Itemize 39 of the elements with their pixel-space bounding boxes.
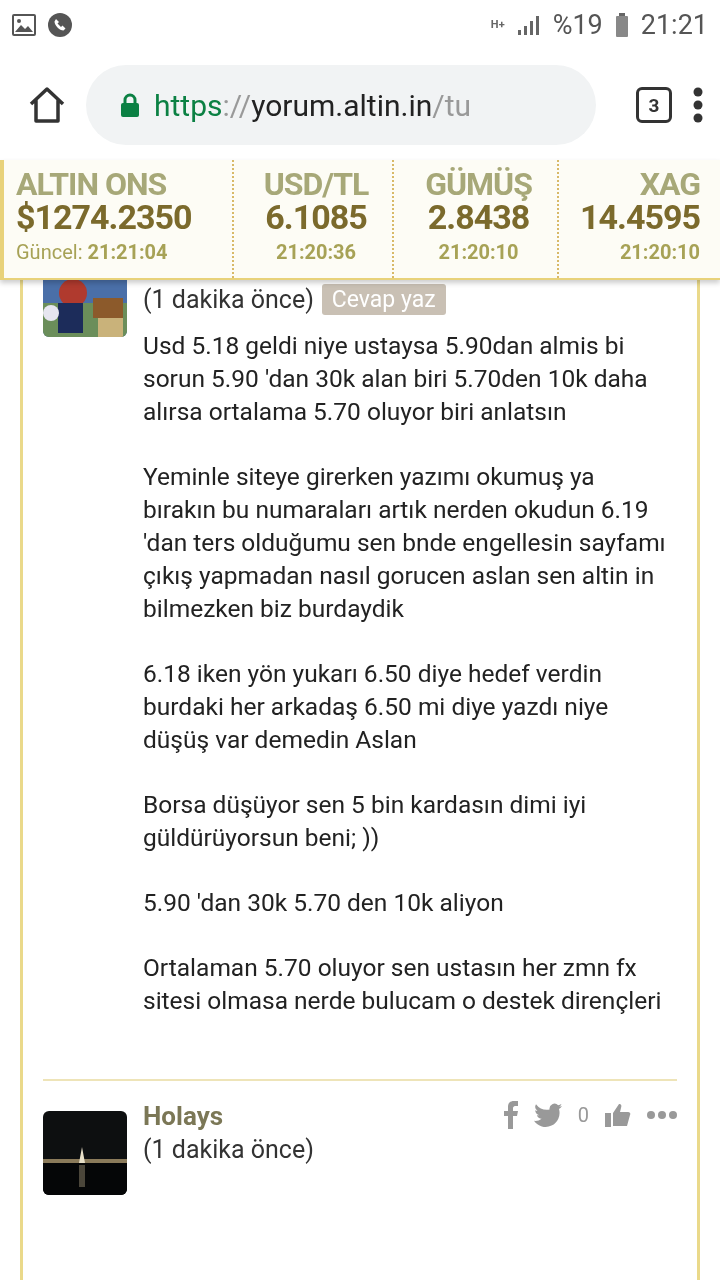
facebook-icon[interactable] (503, 1101, 518, 1129)
lock-icon (120, 93, 140, 117)
ticker-value: 6.1085 (265, 200, 367, 234)
more-icon[interactable] (647, 1111, 677, 1119)
tab-count-button[interactable]: 3 (636, 87, 672, 123)
ticker-time: 21:20:36 (275, 242, 357, 262)
clock: 21:21 (640, 9, 708, 41)
network-type-label: H+ (490, 20, 505, 30)
ticker-time: Güncel: 21:21:04 (16, 242, 169, 262)
home-icon[interactable] (28, 86, 66, 124)
address-bar[interactable]: https://yorum.altin.in/tu (86, 65, 596, 145)
comment-time: (1 dakika önce) (143, 285, 314, 314)
author-name[interactable]: Holays (143, 1101, 314, 1131)
ticker-time: 21:20:10 (619, 242, 700, 262)
like-count: 0 (577, 1103, 589, 1127)
signal-icon (516, 14, 541, 36)
ticker-name: USD/TL (263, 168, 369, 200)
ticker-value: 2.8438 (427, 200, 530, 234)
menu-icon[interactable] (692, 87, 704, 123)
comment-paragraph: 6.18 iken yön yukarı 6.50 diye hedef verdin burdaki her arkadaş 6.50 mi diye yazdı niye düşüş var demedin Aslan (143, 658, 610, 756)
ticker-time: 21:20:10 (438, 242, 519, 262)
image-icon (12, 14, 36, 36)
ticker-value: 14.4595 (580, 200, 700, 234)
ticker-value: $1274.2350 (16, 200, 193, 234)
thumbs-up-icon[interactable] (605, 1103, 631, 1127)
ticker-name: GÜMÜŞ (425, 168, 532, 200)
battery-icon (614, 13, 629, 37)
comment-paragraph: Yeminle siteye girerken yazımı okumuş ya bırakın bu numaraları artık nerden okudun 6.19 'dan ters olduğumu sen bnde engellesin sayfamı çıkış yapmadan nasıl gorucen aslan sen altin in bilmezken biz burdaydik (143, 461, 667, 625)
phone-icon (48, 13, 72, 37)
twitter-icon[interactable] (533, 1103, 562, 1127)
comment-time: (1 dakika önce) (143, 1135, 314, 1164)
comment-paragraph: Borsa düşüyor sen 5 bin kardasın dimi iyi güldürüyorsun beni; )) (143, 789, 588, 854)
ticker-name: ALTIN ONS (16, 168, 167, 200)
comment-paragraph: Usd 5.18 geldi niye ustaysa 5.90dan almis bi sorun 5.90 'dan 30k alan biri 5.70den 10k daha alırsa ortalama 5.70 oluyor biri anlatsın (143, 330, 649, 428)
url-text: https://yorum.altin.in/tu (154, 87, 472, 123)
comment-paragraph: Ortalaman 5.70 oluyor sen ustasın her zmn fx sitesi olmasa nerde bulucam o destek dirençleri (143, 952, 663, 1017)
comment-paragraph: 5.90 'dan 30k 5.70 den 10k aliyon (143, 887, 505, 919)
battery-percent: %19 (552, 9, 603, 41)
ticker-name: XAG (639, 168, 700, 200)
